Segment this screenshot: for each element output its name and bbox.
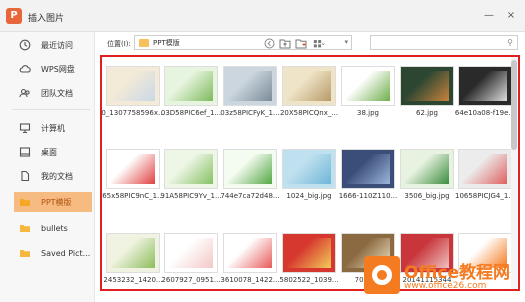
thumbnail-caption: 5802522_1039... xyxy=(279,276,339,284)
thumbnail-caption: 2607927_0951... xyxy=(161,276,221,284)
thumbnail-caption: 1024_big.jpg xyxy=(286,192,332,200)
thumbnail-caption: 744e7ca72d48... xyxy=(220,192,280,200)
thumbnail-caption: 10658PICJG4_1... xyxy=(454,192,515,200)
thumbnail-caption: 38.jpg xyxy=(357,109,379,117)
sidebar-item-label: PPT模版 xyxy=(41,197,72,207)
office-logo-icon xyxy=(364,256,400,294)
up-folder-icon[interactable] xyxy=(279,38,291,49)
image-thumbnail[interactable] xyxy=(106,66,160,106)
cloud-icon xyxy=(18,63,31,76)
folder-icon xyxy=(18,247,31,260)
thumbnail-caption: 3610078_1422... xyxy=(220,276,280,284)
sidebar-item-label: WPS网盘 xyxy=(41,64,75,74)
sidebar-item-ppt-templates[interactable]: PPT模版 xyxy=(14,192,92,212)
watermark-brand: Office教程网 xyxy=(404,263,511,283)
sidebar-item-label: Saved Pict... xyxy=(41,248,91,258)
computer-icon xyxy=(18,122,31,135)
sidebar-item-recent[interactable]: 最近访问 xyxy=(18,35,93,55)
desktop-icon xyxy=(18,146,31,159)
app-logo-icon: P xyxy=(6,8,22,24)
sidebar-item-my-documents[interactable]: 我的文档 xyxy=(18,166,93,186)
image-thumbnail[interactable] xyxy=(282,233,336,273)
image-thumbnail[interactable] xyxy=(164,149,218,189)
image-thumbnail[interactable] xyxy=(282,149,336,189)
location-label: 位置(I): xyxy=(107,40,131,48)
image-thumbnail[interactable] xyxy=(164,233,218,273)
window-title: 插入图片 xyxy=(28,14,65,24)
clock-icon xyxy=(18,39,31,52)
search-icon: ⚲ xyxy=(507,38,513,47)
search-input[interactable]: ⚲ xyxy=(370,35,518,50)
sidebar-item-label: 团队文档 xyxy=(41,88,73,98)
minimize-button[interactable]: — xyxy=(481,8,497,24)
sidebar-divider xyxy=(12,109,90,110)
sidebar-item-label: 我的文档 xyxy=(41,171,73,181)
watermark: Office教程网 www.office26.com xyxy=(364,254,520,298)
thumbnail-caption: 03D58PIC6ef_1... xyxy=(160,109,222,117)
sidebar-item-saved-pictures[interactable]: Saved Pict... xyxy=(18,243,93,263)
image-thumbnail[interactable] xyxy=(282,66,336,106)
thumbnail-caption: 65x58PIC9nC_1... xyxy=(102,192,164,200)
image-thumbnail[interactable] xyxy=(341,149,395,189)
close-button[interactable]: × xyxy=(503,8,519,24)
sidebar-item-desktop[interactable]: 桌面 xyxy=(18,142,93,162)
scrollbar-thumb[interactable] xyxy=(511,60,517,150)
image-thumbnail[interactable] xyxy=(458,66,512,106)
image-thumbnail[interactable] xyxy=(223,233,277,273)
folder-icon xyxy=(18,196,31,209)
thumbnail-caption: 2453232_1420... xyxy=(103,276,163,284)
thumbnail-caption: 3506_big.jpg xyxy=(404,192,450,200)
sidebar-item-team-docs[interactable]: 团队文档 xyxy=(18,83,93,103)
thumbnail-caption: 91A58PIC9Yv_1... xyxy=(160,192,222,200)
image-thumbnail[interactable] xyxy=(400,66,454,106)
image-thumbnail[interactable] xyxy=(106,233,160,273)
image-thumbnail[interactable] xyxy=(164,66,218,106)
sidebar-item-label: 最近访问 xyxy=(41,40,73,50)
thumbnail-caption: 20X58PICQnx_... xyxy=(279,109,339,117)
back-icon[interactable] xyxy=(263,38,275,49)
team-icon xyxy=(18,87,31,100)
sidebar-item-label: bullets xyxy=(41,223,68,233)
thumbnail-caption: 1666-110Z110... xyxy=(338,192,398,200)
location-toolbar: 位置(I): PPT模版 ▾ ⚲ xyxy=(95,32,525,54)
folder-icon xyxy=(18,222,31,235)
image-thumbnail[interactable] xyxy=(341,66,395,106)
sidebar-item-bullets[interactable]: bullets xyxy=(18,218,93,238)
thumbnail-caption: 62.jpg xyxy=(416,109,438,117)
title-bar: P 插入图片 — × xyxy=(0,0,525,32)
image-thumbnail[interactable] xyxy=(223,149,277,189)
sidebar-item-computer[interactable]: 计算机 xyxy=(18,118,93,138)
thumbnail-caption: 03z58PICFyK_1... xyxy=(220,109,280,117)
document-icon xyxy=(18,170,31,183)
chevron-down-icon[interactable]: ▾ xyxy=(344,38,348,46)
view-mode-icon[interactable] xyxy=(313,38,325,49)
watermark-url: www.office26.com xyxy=(404,281,487,291)
thumbnail-caption: 0_1307758596x... xyxy=(101,109,165,117)
image-thumbnail[interactable] xyxy=(400,149,454,189)
sidebar-item-wps-cloud[interactable]: WPS网盘 xyxy=(18,59,93,79)
sidebar-item-label: 计算机 xyxy=(41,123,65,133)
location-value: PPT模版 xyxy=(153,38,180,47)
new-folder-icon[interactable] xyxy=(295,38,307,49)
image-thumbnail[interactable] xyxy=(223,66,277,106)
image-thumbnail[interactable] xyxy=(106,149,160,189)
image-thumbnail[interactable] xyxy=(458,149,512,189)
sidebar-item-label: 桌面 xyxy=(41,147,57,157)
thumbnail-caption: 64e10a08-f19e... xyxy=(454,109,516,117)
folder-icon xyxy=(139,38,149,47)
